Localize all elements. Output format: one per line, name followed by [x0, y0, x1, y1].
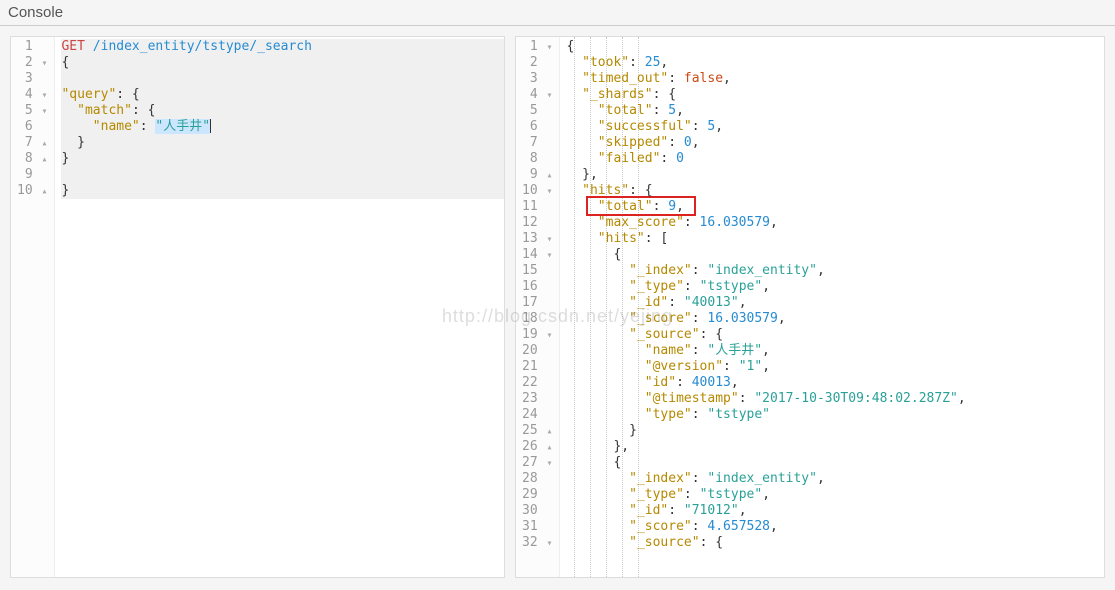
fold-icon[interactable]: ▾	[545, 328, 553, 344]
gutter-line: 5 ▾	[11, 103, 54, 119]
code-line[interactable]: "query": {	[61, 87, 504, 103]
gutter-line: 19 ▾	[516, 327, 559, 343]
gutter-line: 9	[11, 167, 54, 183]
fold-icon[interactable]: ▾	[40, 104, 48, 120]
console-header: Console	[0, 0, 1115, 26]
gutter-line: 32 ▾	[516, 535, 559, 551]
gutter-line: 22	[516, 375, 559, 391]
code-line[interactable]	[61, 167, 504, 183]
code-line[interactable]: }	[61, 135, 504, 151]
fold-icon[interactable]: ▴	[40, 184, 48, 200]
gutter-line: 25 ▴	[516, 423, 559, 439]
gutter-line: 30	[516, 503, 559, 519]
console-title: Console	[8, 4, 63, 21]
fold-icon[interactable]: ▾	[545, 40, 553, 56]
gutter-line: 8	[516, 151, 559, 167]
gutter-line: 16	[516, 279, 559, 295]
response-code[interactable]: { "took": 25, "timed_out": false, "_shar…	[560, 37, 1104, 577]
gutter-line: 21	[516, 359, 559, 375]
request-panel: 1 2 ▾3 4 ▾5 ▾6 7 ▴8 ▴9 10 ▴ GET /index_e…	[10, 36, 505, 578]
gutter-line: 2 ▾	[11, 55, 54, 71]
gutter-line: 10 ▴	[11, 183, 54, 199]
fold-icon[interactable]: ▾	[545, 88, 553, 104]
fold-icon[interactable]: ▾	[545, 456, 553, 472]
fold-icon[interactable]: ▾	[40, 56, 48, 72]
gutter-line: 27 ▾	[516, 455, 559, 471]
gutter-line: 3	[11, 71, 54, 87]
fold-icon[interactable]: ▴	[40, 136, 48, 152]
gutter-line: 7 ▴	[11, 135, 54, 151]
gutter-line: 20	[516, 343, 559, 359]
gutter-line: 10 ▾	[516, 183, 559, 199]
gutter-line: 23	[516, 391, 559, 407]
gutter-line: 29	[516, 487, 559, 503]
code-line[interactable]: "match": {	[61, 103, 504, 119]
response-editor[interactable]: 1 ▾2 3 4 ▾5 6 7 8 9 ▴10 ▾11 12 13 ▾14 ▾1…	[516, 37, 1104, 577]
gutter-line: 31	[516, 519, 559, 535]
gutter-line: 18	[516, 311, 559, 327]
response-gutter: 1 ▾2 3 4 ▾5 6 7 8 9 ▴10 ▾11 12 13 ▾14 ▾1…	[516, 37, 560, 577]
gutter-line: 12	[516, 215, 559, 231]
gutter-line: 28	[516, 471, 559, 487]
gutter-line: 11	[516, 199, 559, 215]
fold-icon[interactable]: ▴	[545, 424, 553, 440]
code-line[interactable]: {	[61, 55, 504, 71]
gutter-line: 26 ▴	[516, 439, 559, 455]
code-line[interactable]: }	[61, 183, 504, 199]
gutter-line: 4 ▾	[516, 87, 559, 103]
code-line[interactable]	[61, 71, 504, 87]
fold-icon[interactable]: ▾	[545, 248, 553, 264]
request-code[interactable]: GET /index_entity/tstype/_search { "quer…	[55, 37, 504, 577]
gutter-line: 6	[11, 119, 54, 135]
gutter-line: 8 ▴	[11, 151, 54, 167]
editor-panels: 1 2 ▾3 4 ▾5 ▾6 7 ▴8 ▴9 10 ▴ GET /index_e…	[0, 26, 1115, 588]
gutter-line: 9 ▴	[516, 167, 559, 183]
response-panel: 1 ▾2 3 4 ▾5 6 7 8 9 ▴10 ▾11 12 13 ▾14 ▾1…	[515, 36, 1105, 578]
fold-icon[interactable]: ▾	[545, 232, 553, 248]
gutter-line: 2	[516, 55, 559, 71]
request-editor[interactable]: 1 2 ▾3 4 ▾5 ▾6 7 ▴8 ▴9 10 ▴ GET /index_e…	[11, 37, 504, 577]
gutter-line: 24	[516, 407, 559, 423]
fold-icon[interactable]: ▴	[545, 440, 553, 456]
fold-icon[interactable]: ▴	[545, 168, 553, 184]
gutter-line: 1 ▾	[516, 39, 559, 55]
gutter-line: 13 ▾	[516, 231, 559, 247]
gutter-line: 6	[516, 119, 559, 135]
gutter-line: 5	[516, 103, 559, 119]
fold-icon[interactable]: ▴	[40, 152, 48, 168]
gutter-line: 17	[516, 295, 559, 311]
code-line[interactable]: GET /index_entity/tstype/_search	[61, 39, 504, 55]
gutter-line: 15	[516, 263, 559, 279]
gutter-line: 1	[11, 39, 54, 55]
gutter-line: 3	[516, 71, 559, 87]
fold-icon[interactable]: ▾	[545, 536, 553, 552]
fold-icon[interactable]: ▾	[545, 184, 553, 200]
gutter-line: 7	[516, 135, 559, 151]
code-line[interactable]: "name": "人手井"	[61, 119, 504, 135]
gutter-line: 4 ▾	[11, 87, 54, 103]
code-line[interactable]: }	[61, 151, 504, 167]
gutter-line: 14 ▾	[516, 247, 559, 263]
fold-icon[interactable]: ▾	[40, 88, 48, 104]
request-gutter: 1 2 ▾3 4 ▾5 ▾6 7 ▴8 ▴9 10 ▴	[11, 37, 55, 577]
